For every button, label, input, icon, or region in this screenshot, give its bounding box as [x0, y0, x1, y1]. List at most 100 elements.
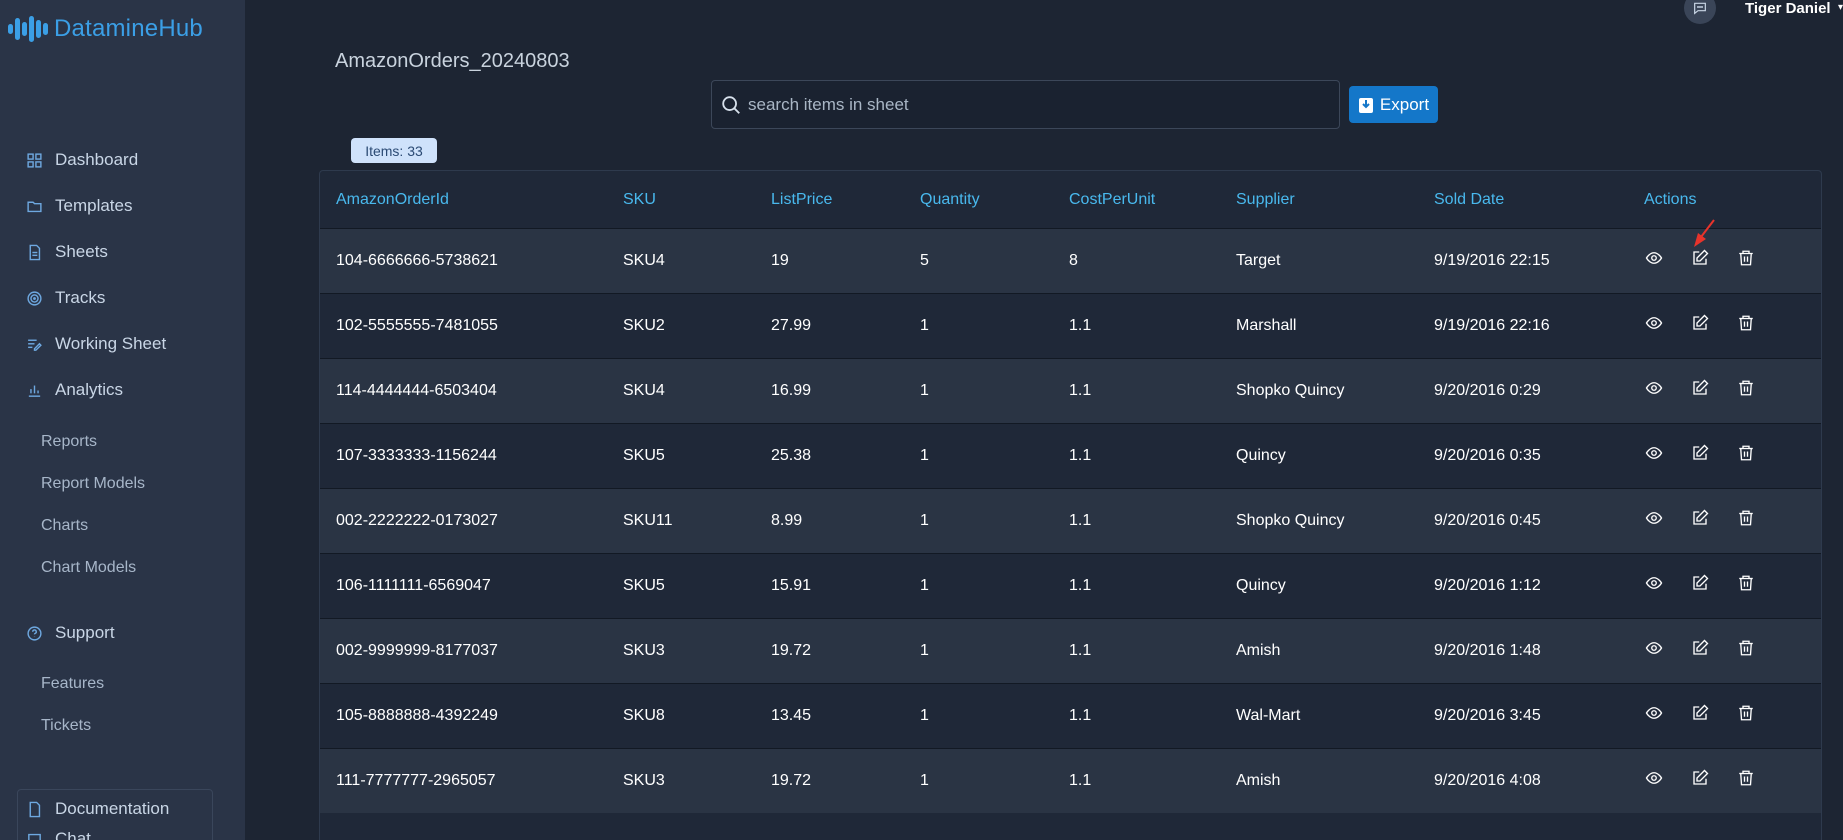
edit-icon	[1693, 509, 1709, 525]
sidebar-item-label: Templates	[55, 196, 133, 215]
delete-row-button[interactable]	[1737, 249, 1755, 267]
cell-supplier: Marshall	[1236, 317, 1297, 334]
column-header-costperunit[interactable]: CostPerUnit	[1069, 191, 1155, 209]
messages-button[interactable]	[1684, 0, 1716, 24]
view-row-button[interactable]	[1645, 444, 1663, 462]
table-row[interactable]: 107-3333333-1156244 SKU5 25.38 1 1.1 Quincy 9/…	[320, 423, 1821, 488]
chevron-down-icon[interactable]: ▾	[1838, 2, 1843, 13]
sidebar-item-label: Dashboard	[55, 150, 139, 169]
row-actions	[1645, 574, 1755, 592]
view-row-button[interactable]	[1645, 249, 1663, 267]
column-header-amazonorderid[interactable]: AmazonOrderId	[336, 191, 449, 209]
sidebar-item-analytics[interactable]: Analytics	[26, 380, 123, 400]
cell-quantity: 1	[920, 772, 929, 789]
row-actions	[1645, 704, 1755, 722]
sidebar-item-dashboard[interactable]: Dashboard	[26, 150, 138, 170]
view-row-button[interactable]	[1645, 574, 1663, 592]
sidebar-item-label: Documentation	[55, 799, 170, 818]
cell-sku: SKU5	[623, 577, 665, 594]
sidebar-item-tickets[interactable]: Tickets	[41, 717, 91, 735]
row-actions	[1645, 639, 1755, 657]
edit-row-button[interactable]	[1691, 249, 1709, 267]
edit-row-button[interactable]	[1691, 574, 1709, 592]
delete-row-button[interactable]	[1737, 444, 1755, 462]
sidebar-item-chat[interactable]: Chat	[26, 829, 91, 840]
cell-sold-date: 9/19/2016 22:15	[1434, 252, 1550, 269]
trash-icon	[1739, 380, 1753, 396]
cell-cost-per-unit: 1.1	[1069, 382, 1092, 399]
table-row[interactable]: 102-5555555-7481055 SKU2 27.99 1 1.1 Marshall…	[320, 293, 1821, 358]
file-icon	[29, 801, 41, 817]
cell-sold-date: 9/20/2016 1:48	[1434, 642, 1541, 659]
cell-cost-per-unit: 1.1	[1069, 447, 1092, 464]
cell-quantity: 1	[920, 382, 929, 399]
cell-cost-per-unit: 1.1	[1069, 642, 1092, 659]
delete-row-button[interactable]	[1737, 509, 1755, 527]
edit-row-button[interactable]	[1691, 444, 1709, 462]
table-row[interactable]: 002-2222222-0173027 SKU11 8.99 1 1.1 Shopko Q…	[320, 488, 1821, 553]
delete-row-button[interactable]	[1737, 639, 1755, 657]
edit-row-button[interactable]	[1691, 769, 1709, 787]
cell-order-id: 002-9999999-8177037	[336, 642, 498, 659]
table-row[interactable]: 111-7777777-2965057 SKU3 19.72 1 1.1 Amish 9/2…	[320, 748, 1821, 813]
edit-row-button[interactable]	[1691, 314, 1709, 332]
sidebar-item-chart-models[interactable]: Chart Models	[41, 559, 136, 577]
sidebar-item-tracks[interactable]: Tracks	[26, 288, 105, 308]
view-row-button[interactable]	[1645, 509, 1663, 527]
table-row[interactable]: 002-9999999-8177037 SKU3 19.72 1 1.1 Amish 9/2…	[320, 618, 1821, 683]
edit-row-button[interactable]	[1691, 509, 1709, 527]
view-row-button[interactable]	[1645, 769, 1663, 787]
sidebar-item-report-models[interactable]: Report Models	[41, 475, 145, 493]
search-input[interactable]	[748, 94, 1328, 115]
cell-order-id: 114-4444444-6503404	[336, 382, 497, 399]
column-header-listprice[interactable]: ListPrice	[771, 191, 832, 209]
column-header-quantity[interactable]: Quantity	[920, 191, 980, 209]
cell-quantity: 1	[920, 577, 929, 594]
trash-icon	[1739, 770, 1753, 786]
cell-supplier: Amish	[1236, 642, 1281, 659]
cell-supplier: Quincy	[1236, 447, 1286, 464]
cell-list-price: 15.91	[771, 577, 812, 594]
edit-row-button[interactable]	[1691, 379, 1709, 397]
view-row-button[interactable]	[1645, 314, 1663, 332]
edit-row-button[interactable]	[1691, 639, 1709, 657]
delete-row-button[interactable]	[1737, 574, 1755, 592]
view-row-button[interactable]	[1645, 704, 1663, 722]
sidebar-item-features[interactable]: Features	[41, 675, 104, 693]
column-header-supplier[interactable]: Supplier	[1236, 191, 1295, 209]
table-header: AmazonOrderId SKU ListPrice Quantity Cos…	[320, 171, 1821, 228]
delete-row-button[interactable]	[1737, 379, 1755, 397]
sidebar-item-charts[interactable]: Charts	[41, 517, 88, 535]
cell-sku: SKU4	[623, 252, 665, 269]
sidebar-item-support[interactable]: Support	[26, 623, 115, 643]
folder-icon	[27, 201, 42, 212]
delete-row-button[interactable]	[1737, 314, 1755, 332]
delete-row-button[interactable]	[1737, 769, 1755, 787]
edit-row-button[interactable]	[1691, 704, 1709, 722]
sidebar-item-sheets[interactable]: Sheets	[26, 242, 108, 262]
delete-row-button[interactable]	[1737, 704, 1755, 722]
export-button[interactable]: Export	[1349, 86, 1438, 123]
sidebar-item-label: Tracks	[55, 288, 106, 307]
table-row[interactable]: 106-1111111-6569047 SKU5 15.91 1 1.1 Quincy 9/…	[320, 553, 1821, 618]
column-header-sku[interactable]: SKU	[623, 191, 656, 209]
cell-quantity: 1	[920, 707, 929, 724]
cell-sku: SKU3	[623, 642, 665, 659]
sidebar-item-reports[interactable]: Reports	[41, 433, 97, 451]
sidebar-item-templates[interactable]: Templates	[26, 196, 132, 216]
sidebar-item-working-sheet[interactable]: Working Sheet	[26, 334, 166, 354]
table-row[interactable]: 114-4444444-6503404 SKU4 16.99 1 1.1 Shopko Q…	[320, 358, 1821, 423]
view-row-button[interactable]	[1645, 379, 1663, 397]
edit-icon	[1693, 769, 1709, 785]
column-header-sold-date[interactable]: Sold Date	[1434, 191, 1504, 209]
sidebar-item-documentation[interactable]: Documentation	[26, 799, 169, 819]
logo-icon	[8, 14, 48, 44]
user-menu[interactable]: Tiger Daniel	[1745, 0, 1831, 17]
cell-order-id: 002-2222222-0173027	[336, 512, 498, 529]
app-logo[interactable]: DatamineHub	[8, 14, 203, 44]
cell-list-price: 19.72	[771, 772, 812, 789]
view-row-button[interactable]	[1645, 639, 1663, 657]
table-row[interactable]: 104-6666666-5738621 SKU4 19 5 8 Target 9/19/20…	[320, 228, 1821, 293]
table-row[interactable]: 105-8888888-4392249 SKU8 13.45 1 1.1 Wal-Mart…	[320, 683, 1821, 748]
cell-list-price: 19.72	[771, 642, 812, 659]
